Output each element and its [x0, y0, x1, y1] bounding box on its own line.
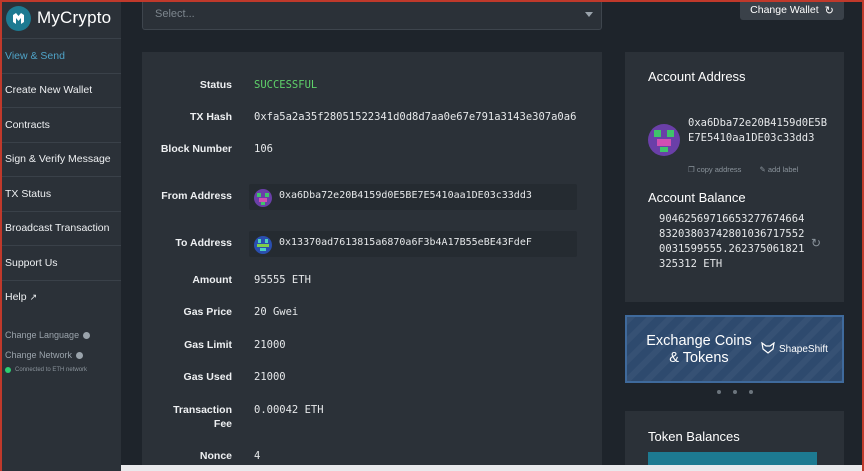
token-balances-panel: Token Balances	[625, 411, 844, 471]
tx-nonce-label: Nonce	[199, 450, 232, 462]
shapeshift-label: ShapeShift	[779, 344, 828, 355]
tx-gas-price-value: 20 Gwei	[254, 306, 299, 318]
tx-status-value: SUCCESSFUL	[254, 79, 318, 91]
sidebar-item-tx-status[interactable]: TX Status	[0, 176, 121, 211]
account-address-title: Account Address	[648, 69, 746, 84]
external-link-icon: ↗	[29, 291, 38, 302]
app-logo[interactable]: MyCrypto	[6, 5, 111, 31]
tx-gas-limit-label: Gas Limit	[184, 339, 232, 351]
account-identicon-icon	[648, 124, 680, 161]
chevron-circle-icon	[76, 351, 84, 359]
window-frame-left	[0, 0, 2, 471]
refresh-icon: ↻	[824, 4, 834, 17]
tx-gas-used-label: Gas Used	[183, 371, 232, 383]
mycrypto-logo-icon	[6, 5, 31, 31]
change-wallet-button[interactable]: Change Wallet ↻	[740, 0, 844, 20]
to-address-value: 0x13370ad7613815a6870a6F3b4A17B55eBE43Fd…	[279, 237, 532, 248]
account-address-value: 0xa6Dba72e20B4159d0E5BE7E5410aa1DE03c33d…	[688, 117, 828, 144]
sidebar-item-sign-verify[interactable]: Sign & Verify Message	[0, 141, 121, 177]
network-status: Connected to ETH network	[5, 367, 90, 373]
sidebar-item-label: TX Status	[5, 187, 52, 200]
carousel-dot[interactable]	[749, 390, 753, 394]
sidebar-item-broadcast[interactable]: Broadcast Transaction	[0, 210, 121, 246]
identicon-icon	[254, 189, 272, 212]
sidebar-footer: Change Language Change Network Connected…	[5, 325, 91, 373]
change-wallet-label: Change Wallet	[750, 4, 819, 16]
window-frame-top	[0, 0, 864, 2]
change-network-link[interactable]: Change Network	[5, 345, 90, 365]
sidebar-item-support[interactable]: Support Us	[0, 245, 121, 280]
sidebar-item-label: Sign & Verify Message	[5, 153, 111, 166]
tx-fee-label: Transaction Fee	[173, 404, 232, 430]
carousel-dots[interactable]	[717, 390, 765, 394]
sidebar-item-label: Broadcast Transaction	[5, 222, 110, 235]
exchange-banner[interactable]: Exchange Coins & Tokens ShapeShift	[625, 315, 844, 383]
network-status-text: Connected to ETH network	[15, 367, 88, 373]
tx-fee-value: 0.00042 ETH	[254, 404, 324, 416]
sidebar-nav: View & Send Create New Wallet Contracts …	[0, 38, 121, 314]
sidebar-item-contracts[interactable]: Contracts	[0, 107, 121, 142]
sidebar-item-label: View & Send	[5, 49, 65, 62]
tx-amount-value: 95555 ETH	[254, 274, 311, 286]
tx-status-label: Status	[199, 79, 232, 91]
tx-block-value: 106	[254, 143, 273, 155]
refresh-balance-icon[interactable]: ↻	[811, 236, 821, 250]
carousel-dot[interactable]	[717, 390, 721, 394]
sidebar-item-create-wallet[interactable]: Create New Wallet	[0, 72, 121, 108]
account-balance-value: 9046256971665327767466483203803742801036…	[659, 213, 805, 270]
tx-nonce-value: 4	[254, 450, 261, 462]
sidebar: MyCrypto View & Send Create New Wallet C…	[0, 0, 121, 471]
change-language-label: Change Language	[5, 330, 80, 340]
tx-gas-used-value: 21000	[254, 371, 286, 383]
tx-gas-limit-value: 21000	[254, 339, 286, 351]
sidebar-item-view-send[interactable]: View & Send	[0, 38, 121, 73]
copy-address-link[interactable]: ❐ copy address	[688, 165, 749, 174]
tx-block-label: Block Number	[160, 143, 232, 155]
change-network-label: Change Network	[5, 350, 73, 360]
sidebar-item-label: Contracts	[5, 118, 50, 131]
from-address-value: 0xa6Dba72e20B4159d0E5BE7E5410aa1DE03c33d…	[279, 190, 532, 201]
caret-down-icon	[585, 12, 593, 17]
shapeshift-fox-icon	[761, 341, 775, 357]
wallet-select[interactable]: Select...	[142, 0, 602, 30]
bottom-strip	[121, 465, 864, 471]
chevron-circle-icon	[83, 331, 91, 339]
token-balances-title: Token Balances	[648, 429, 740, 444]
transaction-details-panel: Status SUCCESSFUL TX Hash 0xfa5a2a35f280…	[142, 52, 602, 471]
sidebar-item-label: Support Us	[5, 256, 58, 269]
wallet-select-placeholder: Select...	[155, 8, 195, 20]
app-name: MyCrypto	[37, 8, 112, 27]
copy-address-label: copy address	[696, 165, 742, 174]
exchange-title: Exchange Coins & Tokens	[646, 333, 752, 366]
add-label-label: add label	[767, 165, 799, 174]
tx-amount-label: Amount	[192, 274, 232, 286]
sidebar-item-label: Help	[5, 291, 27, 304]
sidebar-item-label: Create New Wallet	[5, 84, 93, 97]
from-address-box[interactable]: 0xa6Dba72e20B4159d0E5BE7E5410aa1DE03c33d…	[249, 184, 577, 210]
tx-from-label: From Address	[161, 190, 232, 202]
tx-gas-price-label: Gas Price	[183, 306, 232, 318]
account-panel: Account Address 0xa6Dba72e20B4159d0E5BE7…	[625, 52, 844, 302]
add-label-link[interactable]: ✎ add label	[760, 165, 807, 174]
sidebar-item-help[interactable]: Help ↗	[0, 279, 121, 315]
tx-hash-value[interactable]: 0xfa5a2a35f28051522341d0d8d7aa0e67e791a3…	[254, 110, 580, 124]
to-address-box[interactable]: 0x13370ad7613815a6870a6F3b4A17B55eBE43Fd…	[249, 231, 577, 257]
tx-hash-label: TX Hash	[189, 111, 232, 123]
account-balance-title: Account Balance	[648, 190, 746, 205]
carousel-dot[interactable]	[733, 390, 737, 394]
tx-to-label: To Address	[175, 237, 232, 249]
shapeshift-brand: ShapeShift	[761, 341, 828, 357]
change-language-link[interactable]: Change Language	[5, 325, 91, 345]
identicon-icon	[254, 236, 272, 259]
status-dot-icon	[5, 367, 11, 373]
account-actions: ❐ copy address ✎ add label	[688, 165, 814, 174]
